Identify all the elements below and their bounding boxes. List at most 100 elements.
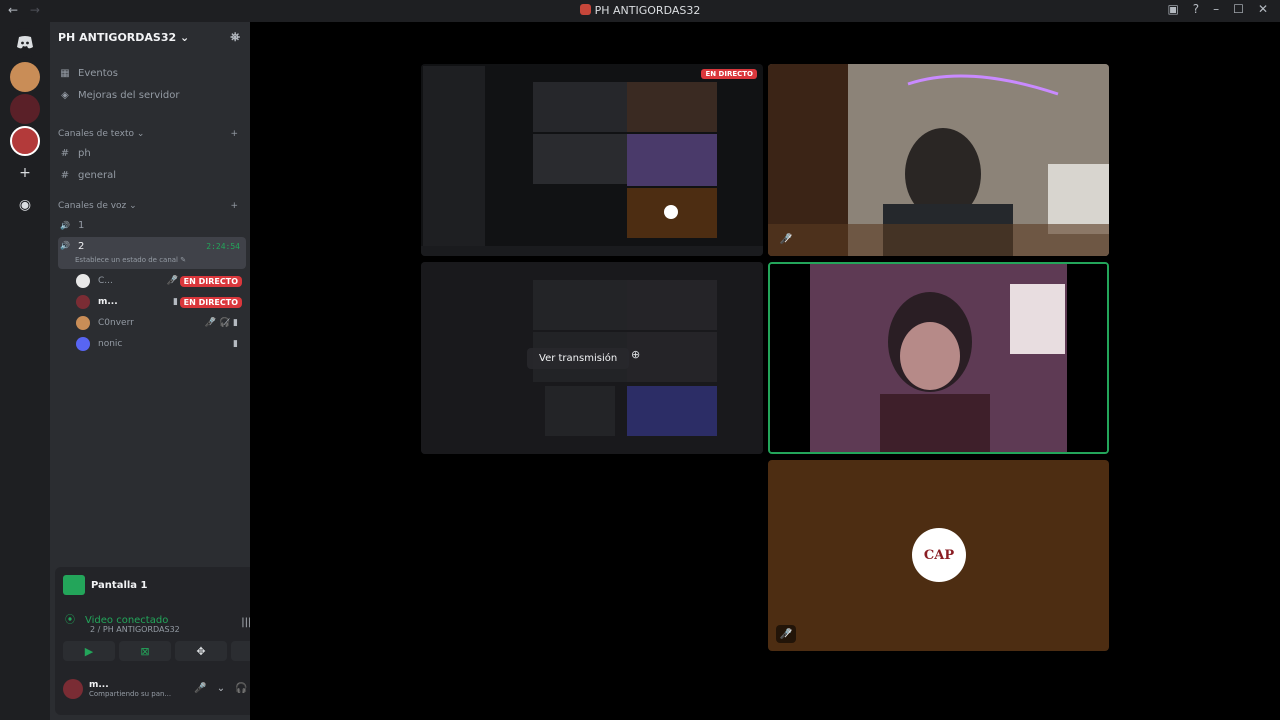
cap-crest-icon: CAP: [912, 528, 966, 582]
stream-tile-screen[interactable]: EN DIRECTO: [421, 64, 763, 256]
window-controls: ▣ ? – ☐ ✕: [1167, 2, 1268, 16]
avatar: [76, 295, 90, 309]
voice-user[interactable]: nonic ▮: [76, 335, 242, 353]
camera-icon: ▮: [173, 297, 178, 307]
inbox-icon[interactable]: ▣: [1167, 2, 1178, 16]
shared-screen-thumbnail: [421, 64, 763, 256]
video-stage: EN DIRECTO 🎤̸ Ver transmisión ⊕ CAP 🎤̸: [250, 22, 1280, 720]
server-list: + ◉: [0, 22, 50, 720]
avatar: [63, 679, 83, 699]
signal-icon: ⦿: [65, 615, 75, 626]
mic-muted-icon: 🎤̸: [776, 625, 796, 643]
channel-sidebar: PH ANTIGORDAS32 ⌄ ⛯ ▦ Eventos ◈ Mejoras …: [50, 22, 295, 720]
add-server-icon[interactable]: +: [10, 158, 40, 188]
crest-text: CAP: [923, 547, 955, 563]
channel-status[interactable]: Establece un estado de canal ✎: [75, 256, 186, 264]
mic-icon[interactable]: 🎤: [194, 683, 206, 694]
channel-general[interactable]: # general: [58, 165, 246, 185]
voice-user[interactable]: C... 🎤̸ EN DIRECTO: [76, 272, 242, 290]
add-member-icon[interactable]: ⛯: [230, 30, 240, 45]
server-icon: [579, 4, 591, 15]
mic-muted-icon: 🎤̸: [166, 276, 178, 286]
nav-item-label: Mejoras del servidor: [78, 89, 180, 101]
call-timer: 2:24:54: [206, 242, 240, 251]
camera-feed-1: [768, 64, 1109, 256]
voice-user-name: m...: [98, 297, 118, 307]
discord-logo-icon: [17, 36, 33, 49]
discord-home-icon[interactable]: [10, 28, 40, 58]
add-channel-icon[interactable]: +: [230, 201, 238, 211]
watch-stream-button[interactable]: Ver transmisión: [527, 348, 630, 369]
title-bar: ← → PH ANTIGORDAS32 ▣ ? – ☐ ✕: [0, 0, 1280, 22]
voice-category[interactable]: Canales de voz ⌄ +: [58, 196, 246, 216]
zoom-icon[interactable]: ⊕: [631, 348, 640, 361]
stream-preview[interactable]: Pantalla 1: [63, 575, 148, 595]
voice-location[interactable]: 2 / PH ANTIGORDAS32: [90, 625, 180, 634]
activities-button[interactable]: ✥: [175, 641, 227, 661]
mic-muted-icon: 🎤̸: [779, 233, 793, 245]
channel-label: 1: [78, 219, 85, 231]
live-badge: EN DIRECTO: [179, 296, 242, 308]
window-title: PH ANTIGORDAS32: [0, 4, 1280, 17]
username: m...: [89, 680, 109, 690]
live-badge: EN DIRECTO: [701, 69, 757, 79]
text-category[interactable]: Canales de texto ⌄ +: [58, 124, 246, 144]
current-user[interactable]: m... Compartiendo su pan...: [63, 679, 171, 699]
server-avatar-2[interactable]: [10, 94, 40, 124]
video-tile-camera-1[interactable]: 🎤̸: [768, 64, 1109, 256]
channel-label: ph: [78, 147, 91, 159]
calendar-icon: ▦: [60, 67, 70, 79]
voice-user-name: C...: [98, 276, 113, 286]
server-avatar-1[interactable]: [10, 62, 40, 92]
user-status: Compartiendo su pan...: [89, 690, 172, 698]
window-title-text: PH ANTIGORDAS32: [594, 4, 701, 17]
avatar: [76, 337, 90, 351]
minimize-button[interactable]: –: [1213, 2, 1219, 16]
channel-ph[interactable]: # ph: [58, 143, 246, 163]
server-avatar-active[interactable]: [10, 126, 40, 156]
maximize-button[interactable]: ☐: [1233, 2, 1244, 16]
channel-label: general: [78, 169, 117, 181]
stream-title: Pantalla 1: [91, 579, 148, 591]
voice-user[interactable]: C0nverr 🎤̸ 🎧̸ ▮: [76, 314, 242, 332]
voice-channel-1[interactable]: 🔊 1: [58, 215, 246, 235]
voice-status[interactable]: ⦿ Video conectado: [65, 611, 168, 626]
nav-item-label: Eventos: [78, 67, 118, 79]
activities-icon: ✥: [196, 644, 206, 658]
stream-tile-preview[interactable]: Ver transmisión ⊕: [421, 262, 763, 454]
boost-icon: ◈: [61, 89, 69, 101]
status-icons: 🎤̸ 🎧̸ ▮: [204, 318, 238, 328]
add-channel-icon[interactable]: +: [230, 129, 238, 139]
speaker-icon: 🔊: [60, 220, 70, 230]
camera-button[interactable]: ▶: [63, 641, 115, 661]
screen-share-button[interactable]: ⊠: [119, 641, 171, 661]
help-icon[interactable]: ?: [1193, 2, 1199, 16]
headphones-icon[interactable]: 🎧: [235, 683, 247, 694]
server-header[interactable]: PH ANTIGORDAS32 ⌄ ⛯: [50, 22, 250, 54]
voice-channel-2[interactable]: 🔊 2 2:24:54 Establece un estado de canal…: [58, 237, 246, 269]
avatar: [76, 316, 90, 330]
channel-label: 2: [78, 241, 85, 252]
screen-share-icon: [63, 575, 85, 595]
hash-icon: #: [60, 169, 70, 181]
category-label: Canales de texto ⌄: [58, 129, 145, 139]
avatar: [76, 274, 90, 288]
nav-item-eventos[interactable]: ▦ Eventos: [58, 63, 246, 83]
voice-user-name: nonic: [98, 339, 123, 349]
explore-icon[interactable]: ◉: [10, 190, 40, 220]
voice-user[interactable]: m... ▮ EN DIRECTO: [76, 293, 242, 311]
chevron-down-icon[interactable]: ⌄: [217, 683, 225, 694]
video-tile-avatar[interactable]: CAP 🎤̸: [768, 460, 1109, 651]
screen-share-icon: ⊠: [140, 644, 150, 658]
camera-icon: ▮: [233, 339, 238, 349]
server-name[interactable]: PH ANTIGORDAS32 ⌄: [58, 31, 189, 44]
camera-icon: ▶: [84, 644, 94, 658]
hash-icon: #: [60, 147, 70, 159]
camera-feed-2: [770, 264, 1107, 452]
live-badge: EN DIRECTO: [179, 275, 242, 287]
video-tile-camera-2[interactable]: [768, 262, 1109, 454]
close-button[interactable]: ✕: [1258, 2, 1268, 16]
nav-item-mejoras[interactable]: ◈ Mejoras del servidor: [58, 85, 246, 105]
voice-user-name: C0nverr: [98, 318, 134, 328]
category-label: Canales de voz ⌄: [58, 201, 137, 211]
